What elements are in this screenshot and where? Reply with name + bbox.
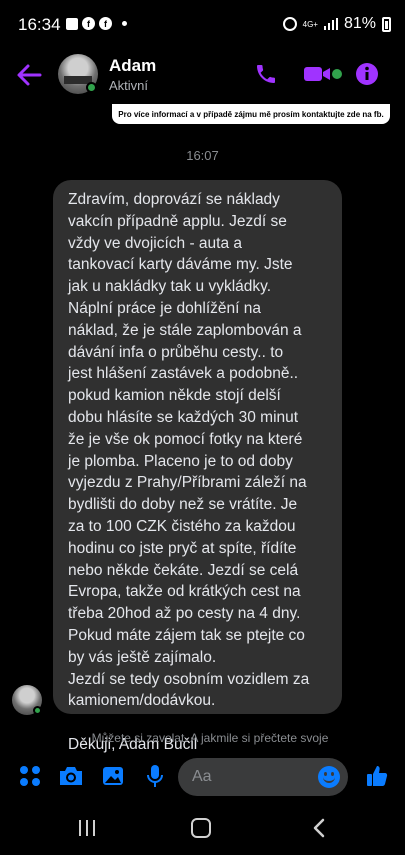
- facebook-icon: f: [82, 17, 95, 30]
- network-type: 4G+: [302, 19, 318, 29]
- emoji-icon[interactable]: [318, 766, 340, 788]
- online-status-icon: [86, 82, 97, 93]
- battery-percent: 81%: [343, 15, 376, 32]
- more-notifications-dot-icon: [122, 21, 127, 26]
- call-hint-text: Můžete si zavolat. A jakmile si přečtete…: [91, 731, 329, 745]
- info-button[interactable]: [353, 60, 381, 88]
- message-line: jest hlášení zastávek a podobně..: [68, 365, 299, 383]
- info-icon: [356, 63, 378, 85]
- message-line: nebo někde čekáte. Jezdí se celá: [68, 561, 299, 579]
- contact-status: Aktivní: [109, 78, 149, 93]
- contact-name[interactable]: Adam: [109, 56, 156, 76]
- status-time: 16:34: [18, 15, 61, 34]
- notification-icons: f f: [66, 17, 127, 30]
- home-icon[interactable]: [191, 818, 211, 838]
- signal-icon: [323, 18, 338, 30]
- message-line: kamionem/dodávkou.: [68, 692, 216, 710]
- image-icon: [103, 767, 123, 785]
- chat-header: Adam Aktivní: [0, 50, 405, 102]
- voice-message-button[interactable]: [142, 763, 168, 789]
- phone-icon: [257, 65, 275, 83]
- message-line: by vás ještě zajímalo.: [68, 648, 217, 666]
- back-icon[interactable]: [310, 818, 330, 838]
- voice-call-button[interactable]: [252, 60, 280, 88]
- message-line: jak u nakládky tak u vykládky.: [68, 278, 272, 296]
- message-line: vyjezdu z Prahy/Příbrami záleží na: [68, 474, 307, 492]
- message-line: Náplní práce je dohlížění na: [68, 299, 262, 317]
- message-timestamp: 16:07: [186, 148, 219, 163]
- online-status-icon: [33, 706, 42, 715]
- system-nav-bar: [0, 800, 405, 855]
- thumbs-up-icon: [367, 766, 388, 786]
- message-line: vždy ve dvojicích - auta a: [68, 234, 243, 252]
- message-line: Pokud máte zájem tak se ptejte co: [68, 626, 305, 644]
- camera-icon: [60, 767, 82, 785]
- recent-apps-icon[interactable]: [79, 820, 95, 836]
- message-line: Jezdí se tedy osobním vozidlem za: [68, 670, 310, 688]
- message-line: tankovací karty dáváme my. Jste: [68, 256, 293, 274]
- system-indicators: 4G+ 81%: [282, 15, 391, 33]
- message-composer: Aa: [0, 755, 405, 800]
- message-input[interactable]: Aa: [178, 758, 348, 796]
- info-banner: Pro více informací a v případě zájmu mě …: [112, 104, 390, 124]
- like-button[interactable]: [364, 763, 390, 789]
- more-actions-button[interactable]: [17, 763, 43, 789]
- gallery-icon: [66, 17, 78, 30]
- microphone-icon: [147, 765, 163, 787]
- message-line: je plomba. Placeno je to od doby: [68, 452, 293, 470]
- message-line: za to 100 CZK čistého za každou: [68, 517, 296, 535]
- message-line: Zdravím, doprovází se náklady: [68, 191, 280, 208]
- four-dots-icon: [20, 766, 40, 786]
- facebook-icon: f: [99, 17, 112, 30]
- battery-icon: [382, 16, 391, 32]
- message-line: vakcín případně applu. Jezdí se: [68, 212, 287, 230]
- message-line: třeba 20hod až po cesty na 4 dny.: [68, 605, 301, 623]
- message-line: dávání infa o průběhu cesty.. to: [68, 343, 284, 361]
- message-line: hodinu co jste pryč at spíte, řídíte: [68, 539, 297, 557]
- status-bar: 16:34 f f 4G+ 81%: [0, 0, 405, 50]
- alarm-icon: [282, 17, 297, 31]
- message-line: dobu hlásíte se každých 30 minut: [68, 408, 299, 426]
- video-call-button[interactable]: [302, 60, 342, 88]
- message-input-placeholder: Aa: [192, 768, 212, 785]
- message-line: pokud kamion někde stojí delší: [68, 387, 281, 405]
- video-camera-icon: [304, 67, 342, 81]
- message-line: bydlišti do doby než se vrátíte. Je: [68, 496, 298, 514]
- message-bubble[interactable]: Zdravím, doprovází se náklady vakcín pří…: [53, 180, 342, 753]
- gallery-button[interactable]: [100, 763, 126, 789]
- message-line: že je vše ok pomocí fotky na které: [68, 430, 303, 448]
- back-arrow-icon[interactable]: [16, 62, 42, 88]
- camera-button[interactable]: [58, 763, 84, 789]
- message-line: náklad, že je stále zaplombován a: [68, 321, 302, 339]
- message-line: Evropa, takže od krátkých cest na: [68, 583, 301, 601]
